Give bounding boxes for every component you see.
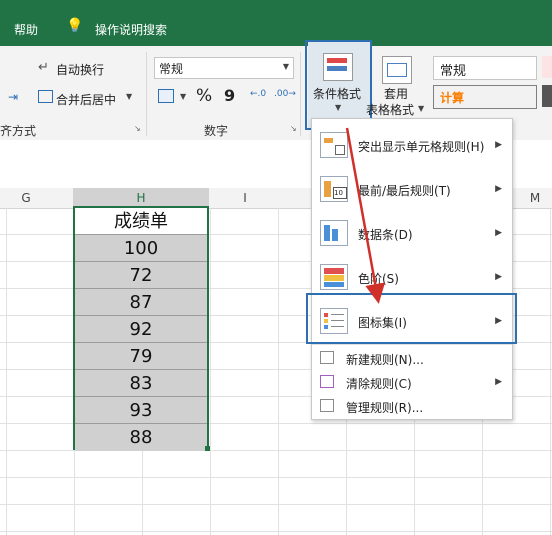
annotation-arrow xyxy=(345,127,386,304)
